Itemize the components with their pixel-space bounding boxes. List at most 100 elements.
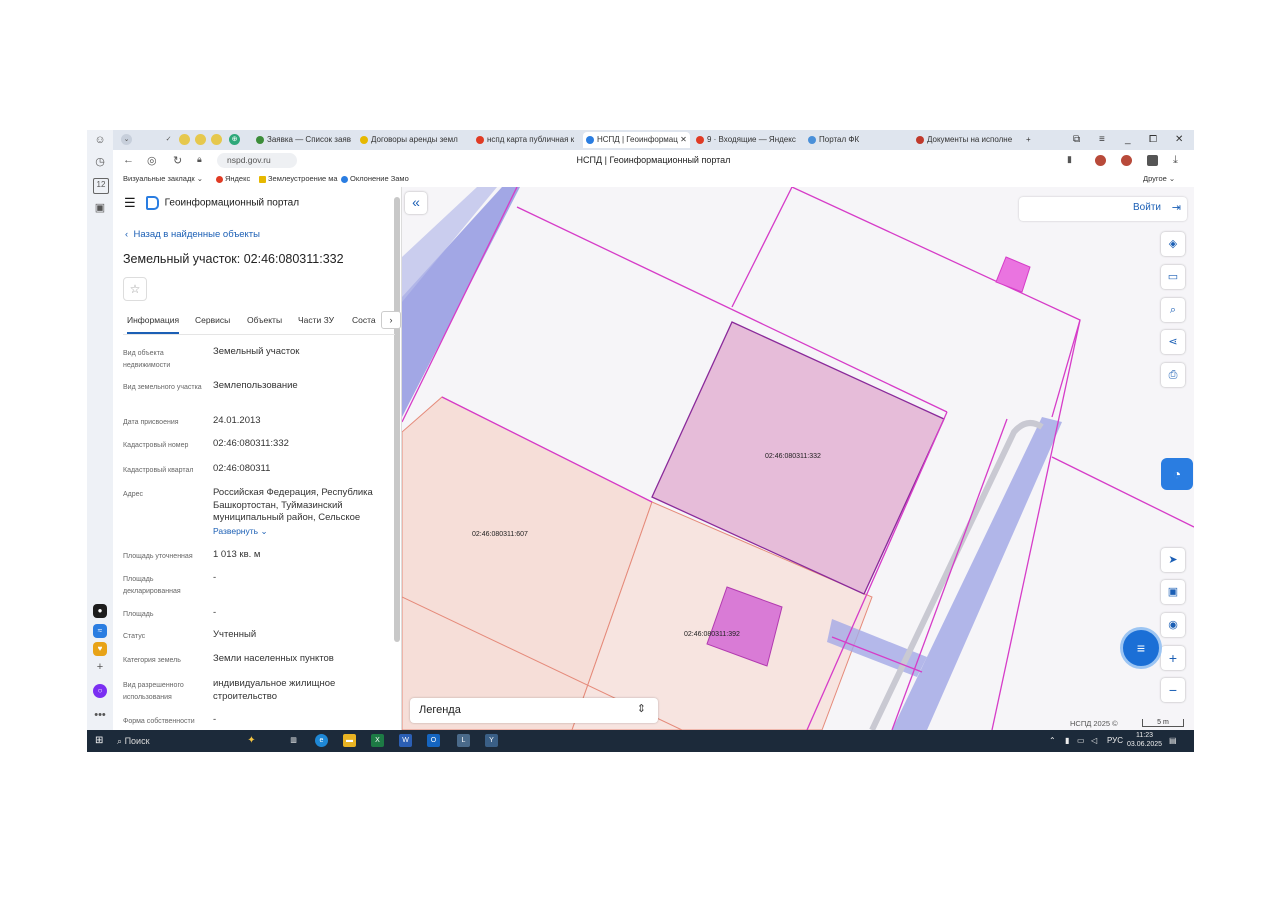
excel-icon[interactable]: X [371,734,384,747]
tab-information[interactable]: Информация [127,314,179,334]
notification-center-icon[interactable]: ▤ [1169,736,1177,745]
tab-yandex-mail[interactable]: 9 · Входящие — Яндекс [693,132,804,148]
info-tabs: Информация Сервисы Объекты Части ЗУ Сост… [123,311,401,335]
app-icon-1[interactable]: ● [93,604,107,618]
share-button[interactable]: ⋖ [1161,330,1185,354]
tab-composition[interactable]: Соста [352,314,376,332]
tab-documents[interactable]: Документы на исполне [913,132,1020,148]
task-view-icon[interactable]: ▥ [287,734,300,747]
screenshot-icon[interactable]: ▣ [93,201,107,215]
copilot-icon[interactable]: ✦ [245,734,258,747]
bookmark-okl[interactable]: Оклонение Замо [341,174,409,183]
pinned-tab-icon[interactable] [195,134,206,145]
favorite-star-icon[interactable]: ☆ [123,277,147,301]
windows-taskbar: ⊞ ⌕ Поиск ✦ ▥ e ▬ X W O L Y ⌃ ▮ ▭ ◁ РУС … [87,730,1194,752]
maximize-icon[interactable]: ⧠ [1149,132,1157,148]
alice-app-icon[interactable]: ○ [93,684,107,698]
pinned-tab-icon[interactable] [179,134,190,145]
search-icon: ⌕ [117,736,123,746]
screenshot: ☺ ◷ 12 ▣ ● ≈ ♥ + ○ ••• ⌄ ✓ ⊕ Заявка — Сп… [87,130,1194,752]
object-title: Земельный участок: 02:46:080311:332 [123,252,344,266]
app-icon-2[interactable]: ≈ [93,624,107,638]
pinned-tab-icon[interactable]: ⊕ [229,134,240,145]
legend-dropdown[interactable]: Легенда ⇕ [410,698,658,723]
explorer-icon[interactable]: ▬ [343,734,356,747]
extension-icon[interactable] [1121,155,1132,166]
login-button[interactable]: Войти ⇥ [1019,197,1187,221]
bookmarks-bar: Визуальные закладк ⌄ Яндекс Землеустроен… [113,172,1194,187]
alice-icon[interactable]: ☺ [93,133,107,147]
layers-button[interactable]: ◈ [1161,232,1185,256]
map-label-392[interactable]: 02:46:080311:392 [684,631,740,638]
app-ld-icon[interactable]: L [457,734,470,747]
bookmark-visual[interactable]: Визуальные закладк ⌄ [123,174,203,183]
bookmark-yandex[interactable]: Яндекс [216,174,250,183]
download-icon[interactable]: ⤓ [1173,154,1178,167]
tabs-next-button[interactable]: › [381,311,401,329]
tab-group-icon[interactable]: ⌄ [121,134,132,145]
tab-zayavka[interactable]: Заявка — Список заяв [253,132,352,148]
browser-side-rail: ☺ ◷ 12 ▣ ● ≈ ♥ + ○ ••• [87,130,114,730]
bookmark-icon[interactable]: ▮ [1067,154,1072,165]
expand-address-link[interactable]: Развернуть ⌄ [213,526,268,536]
pinned-tab-icon[interactable] [211,134,222,145]
print-button[interactable]: ⎙ [1161,363,1185,387]
network-icon[interactable]: ▭ [1077,736,1085,745]
history-icon[interactable]: ◷ [93,155,107,169]
updown-chevron-icon: ⇕ [636,703,646,715]
tab-services[interactable]: Сервисы [195,314,230,332]
edge-icon[interactable]: e [315,734,328,747]
new-tab-button[interactable]: + [1023,132,1040,148]
counter-badge[interactable]: 12 [93,178,109,194]
tab-dogovory[interactable]: Договоры аренды земл [357,132,468,148]
search-area-button[interactable]: ⌕ [1161,298,1185,322]
tab-close-icon[interactable]: ✕ [680,135,687,144]
notifications-icon[interactable]: ≡ [1099,132,1105,148]
chat-icon[interactable]: ≡ [1120,627,1162,669]
tabs-overview-icon[interactable]: ⧉ [1073,132,1080,148]
yandex-browser-icon[interactable]: Y [485,734,498,747]
tray-usb-icon[interactable]: ▮ [1065,736,1069,745]
language-indicator[interactable]: РУС [1107,736,1123,745]
tab-parts[interactable]: Части ЗУ [298,314,334,332]
tray-chevron-icon[interactable]: ⌃ [1049,736,1056,745]
bookmark-other[interactable]: Другое ⌄ [1143,174,1175,183]
collapse-panel-button[interactable]: « [405,192,427,214]
menu-icon[interactable]: ☰ [124,195,136,211]
word-icon[interactable]: W [399,734,412,747]
volume-icon[interactable]: ◁ [1091,736,1097,745]
taskbar-search[interactable]: ⌕ Поиск [117,733,237,749]
clock[interactable]: 11:23 03.06.2025 [1127,731,1162,749]
measure-button[interactable]: ▭ [1161,265,1185,289]
basemap-button[interactable]: ▣ [1161,580,1185,604]
map-label-332[interactable]: 02:46:080311:332 [765,453,821,460]
locate-button[interactable]: ➤ [1161,548,1185,572]
zoom-out-button[interactable]: − [1161,678,1185,702]
back-to-results-link[interactable]: ‹ Назад в найденные объекты [125,229,260,240]
pin-icon[interactable]: ✓ [163,134,174,145]
portal-title: Геоинформационный портал [164,197,300,209]
close-window-icon[interactable]: ✕ [1175,132,1183,148]
tab-objects[interactable]: Объекты [247,314,282,332]
map-view[interactable]: 02:46:080311:332 02:46:080311:607 02:46:… [402,187,1194,730]
more-icon[interactable]: ••• [93,708,107,722]
map-label-607[interactable]: 02:46:080311:607 [472,531,528,538]
login-icon: ⇥ [1171,202,1181,214]
bookmark-zem[interactable]: Землеустроение ма [259,174,338,183]
object-info-panel: ☰ Геоинформационный портал ‹ Назад в найд… [113,187,402,730]
tab-nspd-active[interactable]: НСПД | Геоинформац ✕ [583,132,690,148]
minimize-icon[interactable]: _ [1125,132,1131,148]
windows-start-icon[interactable]: ⊞ [95,735,106,746]
geo-button[interactable]: ◉ [1161,613,1185,637]
panel-scrollbar[interactable] [394,197,400,642]
tab-portal-fk[interactable]: Портал ФК [805,132,908,148]
add-icon[interactable]: + [93,660,107,674]
app-icon-3[interactable]: ♥ [93,642,107,656]
zoom-in-button[interactable]: + [1161,646,1185,670]
tab-nspd-search[interactable]: нспд карта публичная к [473,132,580,148]
assistant-icon[interactable]: ◔ [1161,458,1193,490]
scale-bar: 5 m [1142,719,1184,727]
outlook-icon[interactable]: O [427,734,440,747]
extension-icon[interactable] [1095,155,1106,166]
extension-icon[interactable] [1147,155,1158,166]
